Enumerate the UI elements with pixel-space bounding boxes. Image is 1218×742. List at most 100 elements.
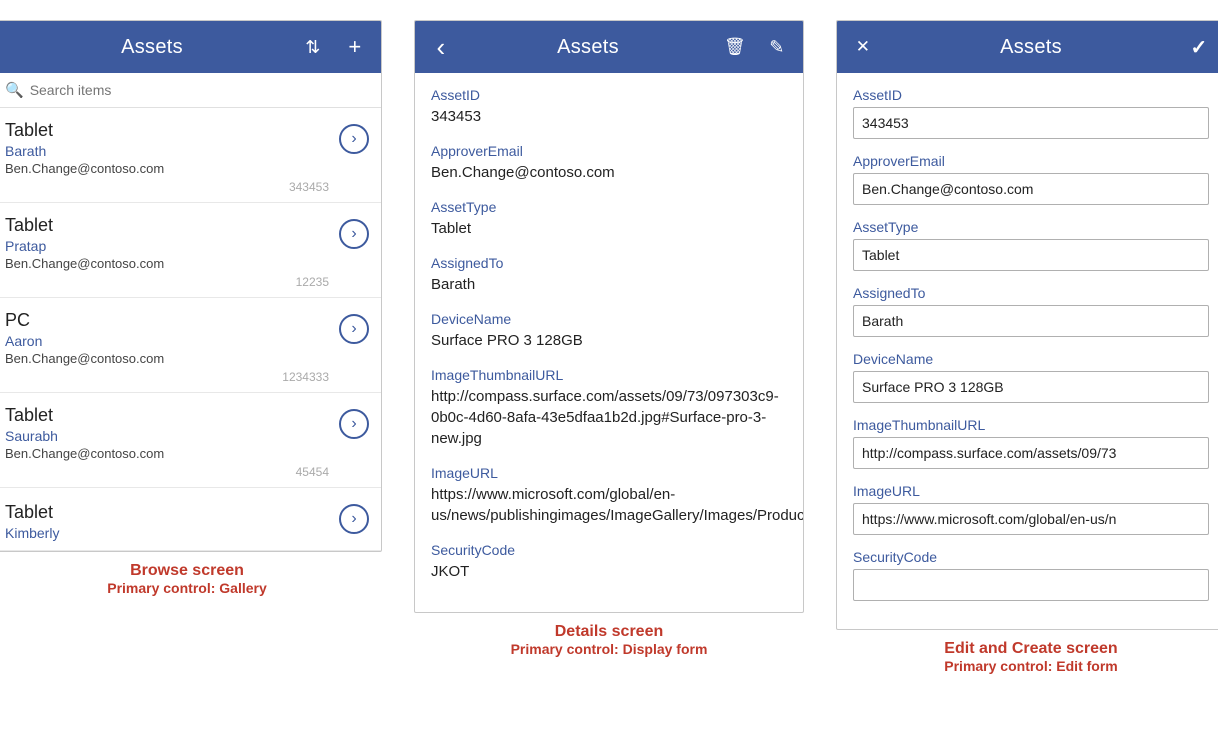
list-item-arrow-icon[interactable]: › — [339, 219, 369, 249]
list-item[interactable]: PC Aaron Ben.Change@contoso.com 1234333 … — [0, 298, 381, 393]
browse-label-row: Browse screen Primary control: Gallery — [107, 562, 267, 596]
list-item-arrow-icon[interactable]: › — [339, 504, 369, 534]
list-item-id: 45454 — [5, 461, 329, 487]
list-item-subtitle: Saurabh — [5, 428, 329, 444]
detail-value: https://www.microsoft.com/global/en-us/n… — [431, 484, 787, 526]
list-item[interactable]: Tablet Pratap Ben.Change@contoso.com 122… — [0, 203, 381, 298]
detail-field: AssetType Tablet — [431, 199, 787, 239]
edit-input-approveremail[interactable] — [853, 173, 1209, 205]
detail-label: AssignedTo — [431, 255, 787, 271]
details-label-sub: Primary control: Display form — [511, 641, 708, 657]
edit-label: DeviceName — [853, 351, 1209, 367]
edit-field: ImageThumbnailURL — [853, 417, 1209, 469]
edit-input-devicename[interactable] — [853, 371, 1209, 403]
list-item[interactable]: Tablet Kimberly › — [0, 488, 381, 551]
detail-value: Surface PRO 3 128GB — [431, 330, 787, 351]
list-item-arrow-icon[interactable]: › — [339, 124, 369, 154]
edit-label: AssetType — [853, 219, 1209, 235]
detail-label: ApproverEmail — [431, 143, 787, 159]
details-screen: Assets AssetID 343453 ApproverEmail Ben.… — [414, 20, 804, 613]
list-item-id: 1234333 — [5, 366, 329, 392]
list-item-title: Tablet — [5, 405, 329, 426]
edit-label-row: Edit and Create screen Primary control: … — [944, 640, 1117, 674]
search-input[interactable] — [30, 82, 369, 98]
details-header: Assets — [415, 21, 803, 73]
list-item-inner: Tablet Saurabh Ben.Change@contoso.com 45… — [5, 405, 329, 487]
list-item-inner: Tablet Barath Ben.Change@contoso.com 343… — [5, 120, 329, 202]
detail-value: 343453 — [431, 106, 787, 127]
list-item-email: Ben.Change@contoso.com — [5, 256, 329, 271]
list-item-id: 12235 — [5, 271, 329, 297]
detail-value: Tablet — [431, 218, 787, 239]
details-label-main: Details screen — [511, 623, 708, 641]
edit-header: Assets — [837, 21, 1218, 73]
list-item-arrow-icon[interactable]: › — [339, 409, 369, 439]
browse-label-main: Browse screen — [107, 562, 267, 580]
list-item-inner: PC Aaron Ben.Change@contoso.com 1234333 — [5, 310, 329, 392]
search-bar: 🔍 — [0, 73, 381, 108]
detail-value: http://compass.surface.com/assets/09/73/… — [431, 386, 787, 449]
detail-label: ImageThumbnailURL — [431, 367, 787, 383]
edit-label-main: Edit and Create screen — [944, 640, 1117, 658]
list-item-email: Ben.Change@contoso.com — [5, 161, 329, 176]
list-item-inner: Tablet Pratap Ben.Change@contoso.com 122… — [5, 215, 329, 297]
add-icon[interactable] — [341, 33, 369, 61]
check-icon[interactable] — [1185, 33, 1213, 61]
edit-input-securitycode[interactable] — [853, 569, 1209, 601]
detail-field: ImageThumbnailURL http://compass.surface… — [431, 367, 787, 449]
edit-field: AssetID — [853, 87, 1209, 139]
edit-icon[interactable] — [763, 33, 791, 61]
detail-field: ApproverEmail Ben.Change@contoso.com — [431, 143, 787, 183]
edit-body: AssetID ApproverEmail AssetType Assigned… — [837, 73, 1218, 629]
details-label-row: Details screen Primary control: Display … — [511, 623, 708, 657]
list-item-email: Ben.Change@contoso.com — [5, 446, 329, 461]
detail-label: ImageURL — [431, 465, 787, 481]
edit-input-imagethumbnailurl[interactable] — [853, 437, 1209, 469]
list-item-content: PC Aaron Ben.Change@contoso.com — [5, 310, 329, 366]
detail-label: SecurityCode — [431, 542, 787, 558]
list-item-title: Tablet — [5, 502, 329, 523]
details-header-title: Assets — [455, 36, 721, 59]
browse-list: Tablet Barath Ben.Change@contoso.com 343… — [0, 108, 381, 551]
detail-value: JKOT — [431, 561, 787, 582]
list-item[interactable]: Tablet Saurabh Ben.Change@contoso.com 45… — [0, 393, 381, 488]
edit-label: AssetID — [853, 87, 1209, 103]
edit-label: SecurityCode — [853, 549, 1209, 565]
close-icon[interactable] — [849, 33, 877, 61]
edit-field: ImageURL — [853, 483, 1209, 535]
detail-field: SecurityCode JKOT — [431, 542, 787, 582]
list-item-content: Tablet Barath Ben.Change@contoso.com — [5, 120, 329, 176]
edit-input-assetid[interactable] — [853, 107, 1209, 139]
edit-label: ApproverEmail — [853, 153, 1209, 169]
edit-screen: Assets AssetID ApproverEmail AssetType A… — [836, 20, 1218, 630]
edit-screen-wrapper: Assets AssetID ApproverEmail AssetType A… — [836, 20, 1218, 674]
list-item[interactable]: Tablet Barath Ben.Change@contoso.com 343… — [0, 108, 381, 203]
browse-screen: Assets 🔍 Tablet Barath Ben.Change@contos… — [0, 20, 382, 552]
edit-field: AssignedTo — [853, 285, 1209, 337]
list-item-arrow-icon[interactable]: › — [339, 314, 369, 344]
edit-label-sub: Primary control: Edit form — [944, 658, 1117, 674]
browse-screen-wrapper: Assets 🔍 Tablet Barath Ben.Change@contos… — [0, 20, 382, 596]
detail-field: AssetID 343453 — [431, 87, 787, 127]
details-header-right-icons — [721, 33, 791, 61]
list-item-title: PC — [5, 310, 329, 331]
detail-field: ImageURL https://www.microsoft.com/globa… — [431, 465, 787, 526]
edit-field: SecurityCode — [853, 549, 1209, 601]
edit-input-imageurl[interactable] — [853, 503, 1209, 535]
delete-icon[interactable] — [721, 33, 749, 61]
list-item-title: Tablet — [5, 215, 329, 236]
list-item-title: Tablet — [5, 120, 329, 141]
sort-icon[interactable] — [299, 33, 327, 61]
detail-label: AssetType — [431, 199, 787, 215]
edit-input-assettype[interactable] — [853, 239, 1209, 271]
detail-value: Barath — [431, 274, 787, 295]
list-item-inner: Tablet Kimberly — [5, 502, 329, 549]
browse-header-right-icons — [299, 33, 369, 61]
edit-field: AssetType — [853, 219, 1209, 271]
list-item-content: Tablet Pratap Ben.Change@contoso.com — [5, 215, 329, 271]
list-item-subtitle: Kimberly — [5, 525, 329, 541]
browse-label-sub: Primary control: Gallery — [107, 580, 267, 596]
back-icon[interactable] — [427, 33, 455, 61]
edit-label: AssignedTo — [853, 285, 1209, 301]
edit-input-assignedto[interactable] — [853, 305, 1209, 337]
